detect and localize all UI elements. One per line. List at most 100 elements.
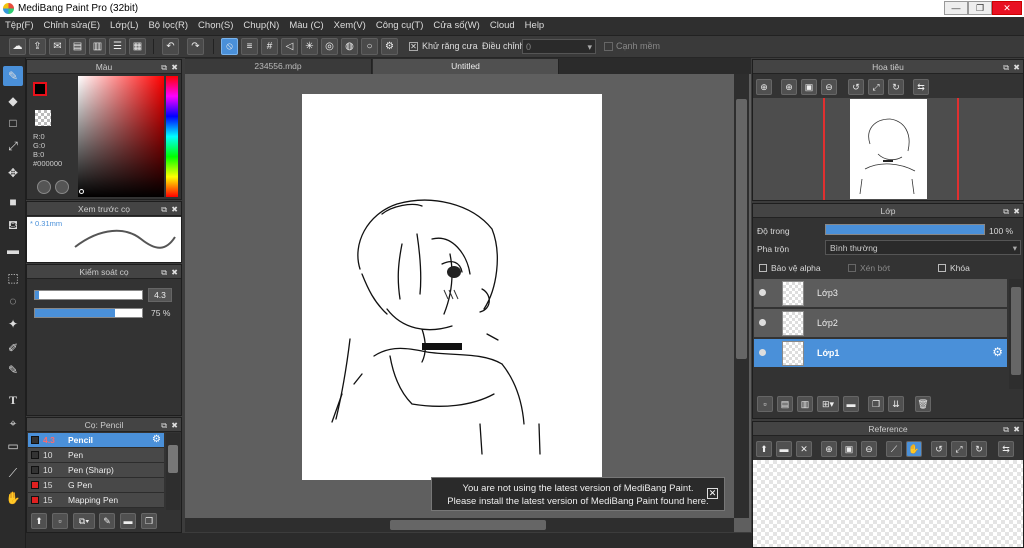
actual-size-icon[interactable]: ▣ <box>841 441 857 457</box>
update-notice[interactable]: You are not using the latest version of … <box>431 477 725 511</box>
popout-icon[interactable]: ⧉ <box>161 203 167 217</box>
magic-wand-tool-icon[interactable]: ✦ <box>3 314 23 334</box>
layer-row[interactable]: Lớp2 <box>754 309 1007 338</box>
gear-icon[interactable]: ⚙ <box>992 345 1003 359</box>
curve-snap-icon[interactable]: ◍ <box>341 38 358 55</box>
snap-off-icon[interactable]: ⦸ <box>221 38 238 55</box>
layer-row[interactable]: Lớp1 ⚙ <box>754 339 1007 368</box>
zoom-out-icon[interactable]: ⊖ <box>821 79 837 95</box>
grid-icon[interactable]: ▦ <box>129 38 146 55</box>
hand-tool-icon[interactable]: ✋ <box>3 488 23 508</box>
popout-icon[interactable]: ⧉ <box>161 419 167 433</box>
new-brush-icon[interactable]: ▫ <box>52 513 68 529</box>
close-icon[interactable]: ✖ <box>171 266 178 280</box>
rotate-right-icon[interactable]: ↻ <box>971 441 987 457</box>
reference-view[interactable] <box>753 460 1023 547</box>
popout-icon[interactable]: ⧉ <box>1003 61 1009 75</box>
text-tool-icon[interactable]: T <box>3 390 23 410</box>
canvas-horizontal-scrollbar[interactable] <box>185 518 734 532</box>
menu-color[interactable]: Màu (C) <box>284 17 328 36</box>
shape-tool-icon[interactable]: □ <box>3 113 23 133</box>
dot-tool-icon[interactable]: ⤢ <box>3 136 23 156</box>
menu-edit[interactable]: Chỉnh sửa(E) <box>39 17 106 36</box>
primary-color-swatch[interactable] <box>33 82 47 96</box>
popout-icon[interactable]: ⧉ <box>1003 423 1009 437</box>
brush-item-g-pen[interactable]: 15 G Pen <box>28 478 164 493</box>
select-tool-icon[interactable]: ⬚ <box>3 268 23 288</box>
folder-icon[interactable]: ▬ <box>120 513 136 529</box>
menu-layer[interactable]: Lớp(L) <box>105 17 143 36</box>
cloud-icon[interactable]: ☁ <box>9 38 26 55</box>
brush-item-mapping-pen[interactable]: 15 Mapping Pen <box>28 493 164 508</box>
snap-settings-icon[interactable]: ⚙ <box>381 38 398 55</box>
add-brush-icon[interactable]: ⬆ <box>31 513 47 529</box>
redo-icon[interactable]: ↷ <box>187 38 204 55</box>
share-icon[interactable]: ⇪ <box>29 38 46 55</box>
eyedropper-icon[interactable]: ⟋ <box>886 441 902 457</box>
tab-untitled[interactable]: Untitled <box>373 59 559 74</box>
scroll-thumb[interactable] <box>168 445 178 473</box>
brush-item-pen-sharp[interactable]: 10 Pen (Sharp) <box>28 463 164 478</box>
menu-cloud[interactable]: Cloud <box>485 17 520 36</box>
fit-window-icon[interactable]: ⤢ <box>868 79 884 95</box>
lock-checkbox[interactable] <box>938 264 946 272</box>
actual-size-icon[interactable]: ▣ <box>801 79 817 95</box>
brush-item-pencil[interactable]: 4.3 Pencil ⚙ <box>28 433 164 448</box>
adjust-select[interactable]: 0 ▾ <box>522 39 596 54</box>
fill-rect-tool-icon[interactable]: ■ <box>3 192 23 212</box>
merge-layer-icon[interactable]: ⇊ <box>888 396 904 412</box>
brush-options-icon[interactable]: ⧉▾ <box>73 513 95 529</box>
delete-layer-icon[interactable]: 🗑 <box>915 396 931 412</box>
gradient-tool-icon[interactable]: ▬ <box>3 240 23 260</box>
divide-tool-icon[interactable]: ▭ <box>3 436 23 456</box>
color-picker-cursor[interactable] <box>79 189 84 194</box>
brush-item-pen[interactable]: 10 Pen <box>28 448 164 463</box>
close-reference-icon[interactable]: ✕ <box>796 441 812 457</box>
brush-size-value[interactable]: 4.3 <box>148 288 172 302</box>
color-wheel-icon[interactable] <box>37 180 51 194</box>
layer-row[interactable]: Lớp3 <box>754 279 1007 308</box>
list-icon[interactable]: ☰ <box>109 38 126 55</box>
menu-help[interactable]: Help <box>520 17 550 36</box>
close-icon[interactable]: ✖ <box>1013 423 1020 437</box>
antialias-checkbox[interactable]: ✕ <box>409 42 418 51</box>
brush-opacity-slider[interactable] <box>34 308 143 318</box>
rotate-left-icon[interactable]: ↺ <box>848 79 864 95</box>
new-halftone-layer-icon[interactable]: ▤ <box>777 396 793 412</box>
popout-icon[interactable]: ⧉ <box>161 266 167 280</box>
popout-icon[interactable]: ⧉ <box>1003 205 1009 219</box>
open-file-icon[interactable]: ▬ <box>776 441 792 457</box>
visibility-icon[interactable] <box>759 319 766 326</box>
new-layer-icon[interactable]: ▫ <box>757 396 773 412</box>
brush-tool-icon[interactable]: ✎ <box>3 66 23 86</box>
menu-window[interactable]: Cửa số(W) <box>428 17 484 36</box>
maximize-button[interactable]: ❐ <box>968 1 992 15</box>
close-icon[interactable]: ✖ <box>171 61 178 75</box>
folder-icon[interactable]: ▬ <box>843 396 859 412</box>
radial-snap-icon[interactable]: ✳ <box>301 38 318 55</box>
close-button[interactable]: ✕ <box>992 1 1022 15</box>
clipping-checkbox[interactable] <box>848 264 856 272</box>
circle-snap-icon[interactable]: ◎ <box>321 38 338 55</box>
close-icon[interactable]: ✖ <box>171 419 178 433</box>
layer-opacity-slider[interactable] <box>825 224 985 235</box>
zoom-fit-icon[interactable]: ⊕ <box>756 79 772 95</box>
drawing-canvas[interactable] <box>302 94 602 480</box>
hue-slider[interactable] <box>166 76 178 197</box>
text-icon[interactable]: ▤ <box>69 38 86 55</box>
menu-snap[interactable]: Chụp(N) <box>238 17 284 36</box>
hand-icon[interactable]: ✋ <box>906 441 922 457</box>
fit-window-icon[interactable]: ⤢ <box>951 441 967 457</box>
duplicate-icon[interactable]: ❐ <box>141 513 157 529</box>
grid-snap-icon[interactable]: # <box>261 38 278 55</box>
menu-view[interactable]: Xem(V) <box>329 17 371 36</box>
zoom-in-icon[interactable]: ⊕ <box>821 441 837 457</box>
comment-icon[interactable]: ✉ <box>49 38 66 55</box>
blend-mode-select[interactable]: Bình thường ▾ <box>825 240 1021 255</box>
visibility-icon[interactable] <box>759 349 766 356</box>
menu-tools[interactable]: Công cụ(T) <box>371 17 429 36</box>
saturation-value-picker[interactable] <box>78 76 164 197</box>
brush-settings-icon[interactable]: ✎ <box>99 513 115 529</box>
perspective-snap-icon[interactable]: ◁ <box>281 38 298 55</box>
move-tool-icon[interactable]: ✥ <box>3 163 23 183</box>
